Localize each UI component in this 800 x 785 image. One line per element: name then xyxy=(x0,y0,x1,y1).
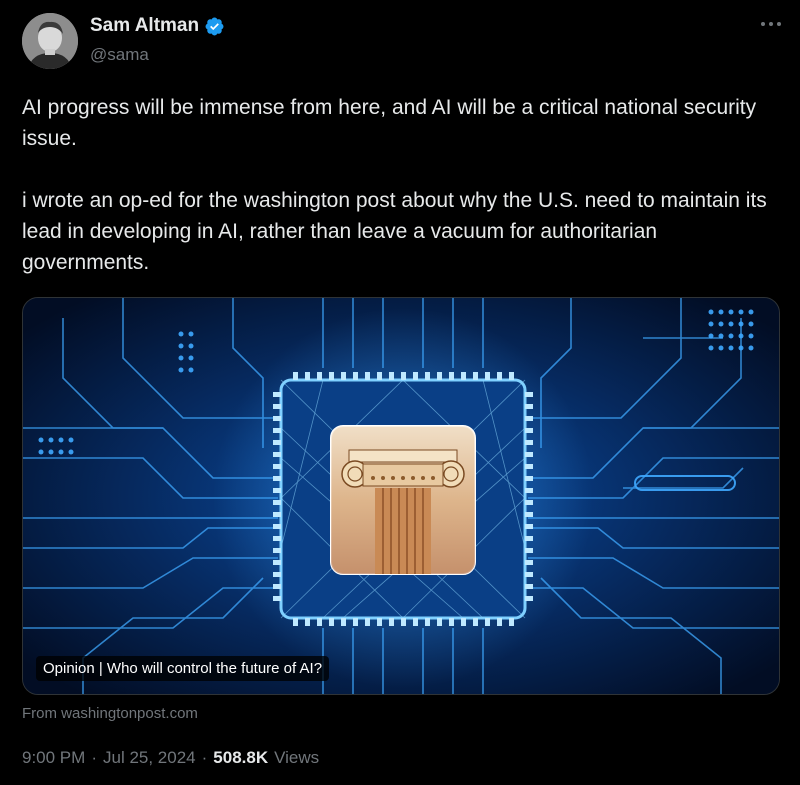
link-card[interactable]: Opinion | Who will control the future of… xyxy=(22,297,780,695)
circuit-chip-image xyxy=(23,298,779,694)
ionic-column-icon xyxy=(330,425,476,575)
tweet-paragraph: i wrote an op-ed for the washington post… xyxy=(22,189,767,274)
tweet-date[interactable]: Jul 25, 2024 xyxy=(103,748,196,768)
avatar[interactable] xyxy=(22,13,78,69)
author-handle[interactable]: @sama xyxy=(90,45,149,65)
meta-separator: · xyxy=(91,748,97,767)
tweet-text: AI progress will be immense from here, a… xyxy=(22,92,782,278)
author-name-row: Sam Altman xyxy=(90,15,225,37)
views-count: 508.8K xyxy=(213,748,269,767)
tweet: Sam Altman @sama AI progress will be imm… xyxy=(0,0,800,785)
meta-separator: · xyxy=(201,748,208,767)
tweet-time[interactable]: 9:00 PM xyxy=(22,748,85,768)
tweet-meta: 9:00 PM · Jul 25, 2024 · 508.8K Views xyxy=(22,748,319,768)
verified-badge-icon xyxy=(205,17,224,35)
card-source[interactable]: From washingtonpost.com xyxy=(22,705,198,722)
views-label: Views xyxy=(274,748,320,767)
more-dots-icon[interactable] xyxy=(758,14,784,34)
tweet-paragraph: AI progress will be immense from here, a… xyxy=(22,96,757,150)
author-display-name[interactable]: Sam Altman xyxy=(90,15,199,37)
card-caption[interactable]: Opinion | Who will control the future of… xyxy=(36,656,330,681)
